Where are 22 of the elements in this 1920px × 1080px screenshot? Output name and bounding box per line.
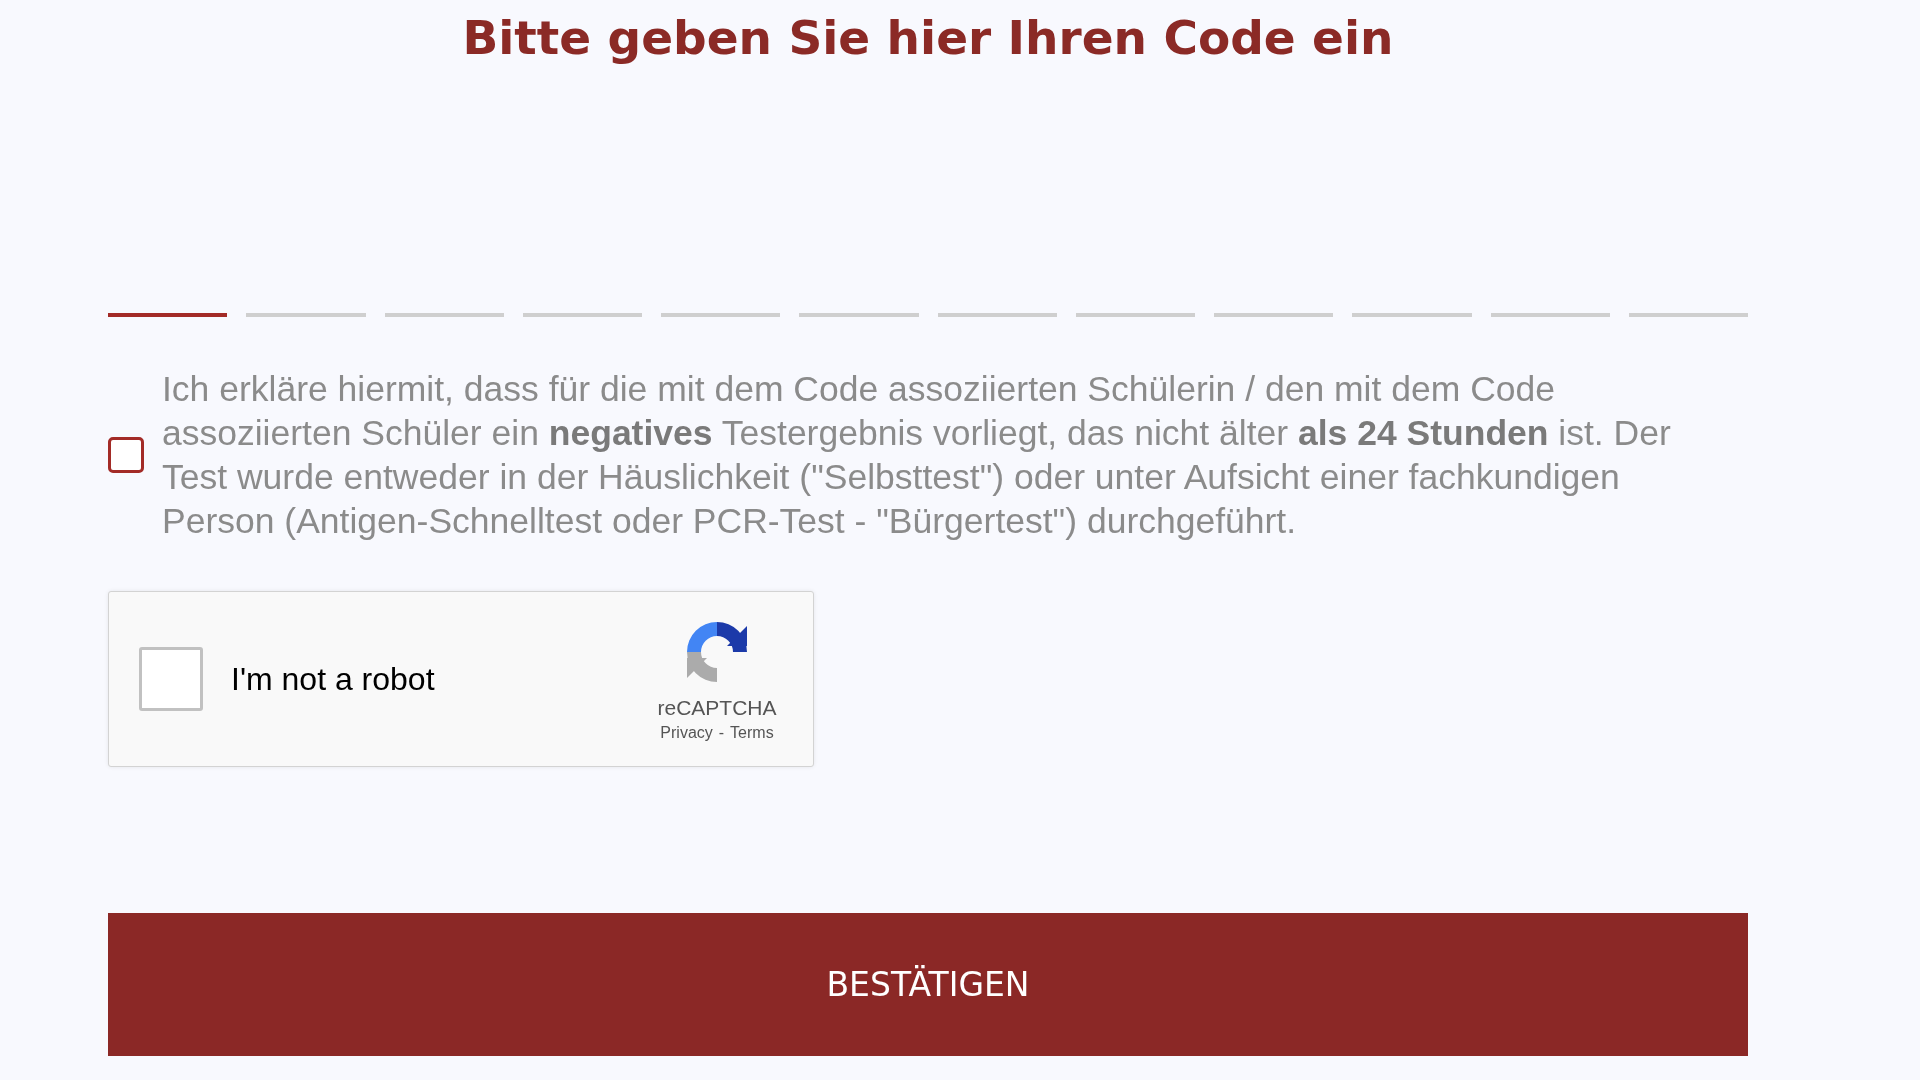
code-digit-field[interactable] [937,313,1057,317]
code-digit-field[interactable] [522,313,642,317]
captcha-checkbox[interactable] [139,647,203,711]
code-digit-field[interactable] [384,313,504,317]
code-digit-field[interactable] [799,313,919,317]
footer-link[interactable]: Privacy [660,724,713,742]
code-digit-field[interactable] [1628,313,1748,317]
separator-text: - [718,724,725,742]
code-digit-field[interactable] [1075,313,1195,317]
confirm-button[interactable]: BESTÄTIGEN [108,913,1748,1056]
recaptcha-brand: reCAPTCHA [657,696,777,720]
captcha-label: I'm not a robot [231,660,436,698]
code-digit-field[interactable] [1490,313,1610,317]
code-digit-field[interactable] [1214,313,1334,317]
code-digit-field[interactable] [246,313,366,317]
consent-text: Ich erkläre hiermit, dass für die mit dem Code assoziierten Schülerin / den mit dem Code assoziierten Schüler ein negatives Testergebnis vorliegt, das nicht älter als 24 Stunden ist. Der Test wurde entweder in der Häuslichkeit ("Selbsttest") oder unter Aufsicht einer fachkundigen Person (Antigen-Schnelltest oder PCR-Test - "Bürgertest") durchgeführt. [162,368,1672,543]
code-digit-field[interactable] [661,313,781,317]
code-digit-field[interactable] [108,313,228,317]
code-digit-field[interactable] [1352,313,1472,317]
page-title: Bitte geben Sie hier Ihren Code ein [461,10,1395,65]
footer-link[interactable]: Terms [730,724,774,742]
consent-checkbox[interactable] [108,437,144,473]
